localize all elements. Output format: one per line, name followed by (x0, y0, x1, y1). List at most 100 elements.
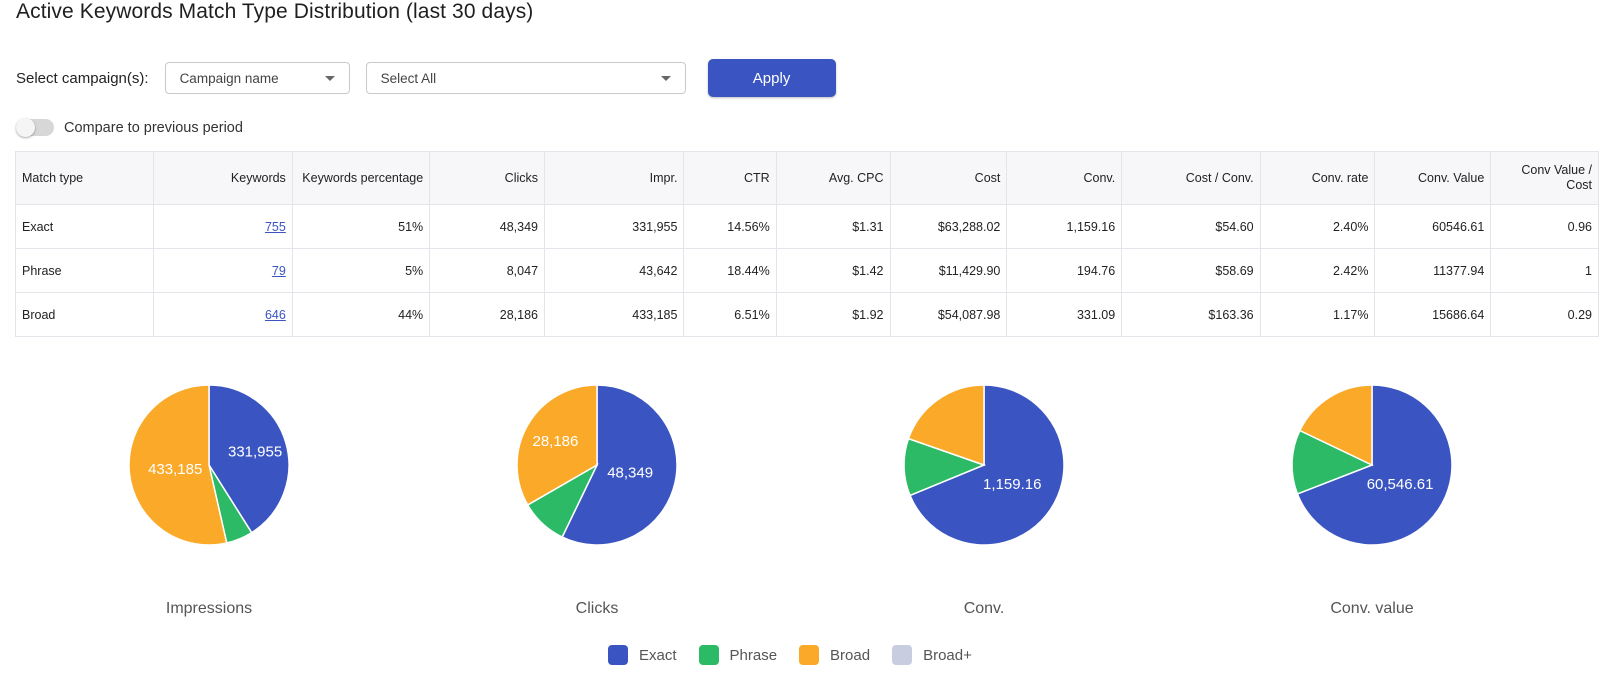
chevron-down-icon (660, 75, 671, 81)
page-title: Active Keywords Match Type Distribution … (16, 0, 534, 23)
keywords-count-link[interactable]: 755 (265, 220, 286, 234)
column-header[interactable]: Keywords (153, 151, 293, 205)
keywords-count-link[interactable]: 646 (265, 308, 286, 322)
campaign-field-dropdown[interactable]: Campaign name (164, 62, 350, 94)
legend-swatch-icon (698, 645, 719, 665)
table-cell: 0.96 (1490, 204, 1599, 249)
table-cell: 5% (291, 248, 431, 293)
legend-item-phrase[interactable]: Phrase (698, 645, 778, 665)
table-cell: 43,642 (544, 248, 685, 293)
pie-data-label: 1,159.16 (983, 476, 1041, 493)
table-cell: 646 (153, 292, 293, 337)
pie-chart-conv-value: 60,546.61 Conv. value (1252, 385, 1492, 617)
compare-label: Compare to previous period (64, 119, 243, 136)
column-header[interactable]: Conv. rate (1259, 151, 1376, 205)
table-cell: 433,185 (544, 292, 685, 337)
legend-item-broad-plus[interactable]: Broad+ (892, 645, 972, 665)
table-cell: $11,429.90 (889, 248, 1008, 293)
pie-chart-clicks: 48,349 28,186 Clicks (477, 385, 717, 617)
column-header[interactable]: Match type (14, 151, 155, 205)
column-header[interactable]: Avg. CPC (775, 151, 891, 205)
column-header[interactable]: Conv. Value (1374, 151, 1492, 205)
column-header[interactable]: CTR (683, 151, 777, 205)
table-cell: 44% (291, 292, 431, 337)
table-cell: $1.42 (775, 248, 891, 293)
table-cell: 8,047 (429, 248, 546, 293)
table-cell: $63,288.02 (889, 204, 1008, 249)
apply-button[interactable]: Apply (707, 59, 836, 97)
legend-label: Exact (639, 646, 677, 664)
column-header[interactable]: Conv Value / Cost (1490, 151, 1599, 205)
column-header[interactable]: Cost (889, 151, 1008, 205)
pie-data-label: 433,185 (148, 461, 202, 478)
table-cell: 2.42% (1259, 248, 1376, 293)
table-cell: $163.36 (1121, 292, 1261, 337)
table-cell: 11377.94 (1374, 248, 1492, 293)
table-cell: Broad (14, 292, 155, 337)
pie-chart-title: Conv. value (1330, 600, 1414, 617)
column-header[interactable]: Keywords percentage (291, 151, 431, 205)
pie-svg: 48,349 28,186 (516, 385, 678, 546)
pie-svg: 1,159.16 (903, 385, 1065, 546)
keywords-count-link[interactable]: 79 (272, 264, 286, 278)
table-cell: $1.92 (775, 292, 891, 337)
table-cell: 51% (291, 204, 431, 249)
table-cell: 14.56% (683, 204, 777, 249)
legend-label: Broad+ (923, 646, 972, 664)
compare-toggle[interactable] (16, 118, 54, 137)
table-cell: 15686.64 (1374, 292, 1492, 337)
pie-chart-title: Impressions (165, 600, 253, 617)
table-header-row: Match type Keywords Keywords percentage Cli… (14, 151, 1599, 205)
table-cell: 2.40% (1259, 204, 1376, 249)
legend-label: Broad (830, 646, 871, 664)
column-header[interactable]: Impr. (544, 151, 685, 205)
pie-data-label: 28,186 (532, 433, 578, 450)
select-campaigns-label: Select campaign(s): (16, 69, 149, 87)
table-cell: 1.17% (1259, 292, 1376, 337)
column-header[interactable]: Cost / Conv. (1121, 151, 1261, 205)
table-cell: 331.09 (1006, 292, 1123, 337)
table-cell: 0.29 (1490, 292, 1599, 337)
chevron-down-icon (324, 75, 335, 81)
table-cell: Phrase (14, 248, 155, 293)
pie-svg: 331,955 433,185 (128, 385, 290, 546)
pie-chart-impressions: 331,955 433,185 Impressions (89, 385, 329, 617)
legend-item-broad[interactable]: Broad (799, 645, 870, 665)
table-cell: 6.51% (683, 292, 777, 337)
table-cell: 1 (1490, 248, 1599, 293)
table-cell: 18.44% (683, 248, 777, 293)
table-cell: $54.60 (1121, 204, 1261, 249)
pie-data-label: 48,349 (607, 465, 653, 482)
table-row: Broad 646 44% 28,186 433,185 6.51% $1.92 $54,08… (14, 292, 1599, 337)
match-type-table: Match type Keywords Keywords percentage Cli… (14, 151, 1599, 337)
legend-swatch-icon (892, 645, 913, 665)
campaign-value-dropdown[interactable]: Select All (365, 62, 686, 94)
legend-item-exact[interactable]: Exact (608, 645, 677, 665)
legend-label: Phrase (729, 646, 778, 664)
table-cell: $54,087.98 (889, 292, 1008, 337)
pie-data-label: 60,546.61 (1367, 476, 1434, 493)
pie-chart-title: Clicks (575, 600, 619, 617)
pie-chart-title: Conv. (963, 600, 1005, 617)
column-header[interactable]: Clicks (429, 151, 546, 205)
legend-swatch-icon (608, 645, 628, 665)
campaign-field-value: Campaign name (179, 70, 279, 86)
pie-svg: 60,546.61 (1291, 385, 1453, 546)
compare-row: Compare to previous period (16, 118, 243, 137)
pie-data-label: 331,955 (228, 444, 282, 461)
table-cell: 331,955 (544, 204, 685, 249)
column-header[interactable]: Conv. (1006, 151, 1123, 205)
pie-chart-conv: 1,159.16 Conv. (864, 385, 1104, 617)
toggle-knob (16, 118, 35, 137)
table-cell: 79 (153, 248, 293, 293)
table-cell: 60546.61 (1374, 204, 1492, 249)
campaign-filters: Select campaign(s): Campaign name Select… (16, 59, 836, 97)
table-cell: 755 (153, 204, 293, 249)
table-cell: 48,349 (429, 204, 546, 249)
table-cell: $58.69 (1121, 248, 1261, 293)
table-cell: 28,186 (429, 292, 546, 337)
chart-legend: Exact Phrase Broad Broad+ (608, 645, 994, 665)
table-cell: $1.31 (775, 204, 891, 249)
table-cell: 194.76 (1006, 248, 1123, 293)
table-cell: 1,159.16 (1006, 204, 1123, 249)
